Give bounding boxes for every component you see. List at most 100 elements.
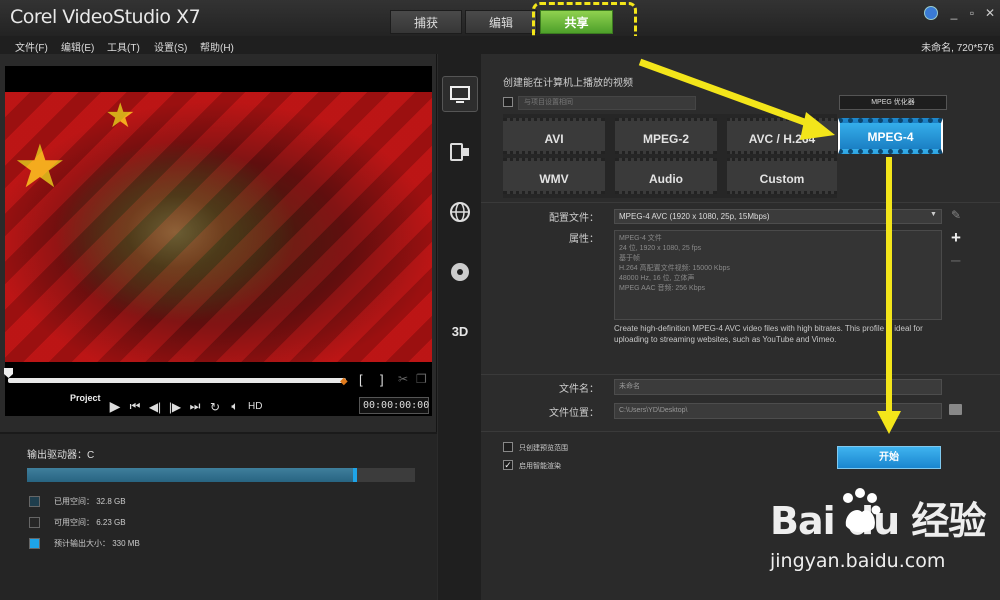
- web-globe-icon[interactable]: [442, 194, 478, 230]
- smart-render-checkbox[interactable]: ✓: [503, 460, 513, 470]
- minimize-button[interactable]: _: [946, 6, 962, 20]
- property-line: 基于帧: [619, 255, 640, 262]
- 3d-icon[interactable]: 3D: [442, 314, 478, 350]
- trim-marker-icon[interactable]: ◆: [340, 376, 348, 387]
- drive-estimate-marker: [353, 468, 357, 482]
- device-select[interactable]: 与项目设置相同: [518, 96, 696, 110]
- format-grid: AVI MPEG-2 AVC / H.264 WMV Audio Custom: [503, 114, 837, 198]
- menu-bar: 文件(F) 编辑(E) 工具(T) 设置(S) 帮助(H) 未命名, 720*5…: [0, 36, 1000, 54]
- menu-tools[interactable]: 工具(T): [107, 39, 140, 54]
- start-button[interactable]: 开始: [837, 446, 941, 469]
- legend-used-value: 32.8 GB: [96, 497, 126, 506]
- computer-icon[interactable]: [442, 76, 478, 112]
- tab-capture[interactable]: 捕获: [390, 10, 462, 34]
- property-line: 48000 Hz, 16 位, 立体声: [619, 275, 695, 282]
- properties-label: 属性：: [569, 234, 599, 245]
- enlarge-icon[interactable]: ❐: [416, 372, 427, 386]
- format-mpeg4[interactable]: MPEG-4: [838, 118, 943, 154]
- end-icon[interactable]: ⏭: [188, 399, 202, 414]
- disc-icon[interactable]: [442, 254, 478, 290]
- profile-description: Create high-definition MPEG-4 AVC video …: [614, 324, 923, 344]
- smart-render-label: 启用智能渲染: [519, 463, 561, 470]
- watermark-url: jingyan.baidu.com: [770, 550, 946, 572]
- home-icon[interactable]: ⏮: [128, 399, 142, 414]
- playback-controls: ▶ ⏮ ◀| |▶ ⏭ ↻ 🔈︎ HD: [108, 398, 263, 415]
- legend-used: 已用空间： 32.8 GB: [29, 496, 126, 507]
- video-frame: ★ ★: [5, 92, 432, 362]
- preview-range-label: 只创建预览范围: [519, 445, 568, 452]
- video-preview[interactable]: ★ ★: [5, 66, 432, 416]
- folder-icon[interactable]: [949, 404, 962, 415]
- profile-label: 配置文件：: [549, 213, 599, 224]
- property-line: MPEG-4 文件: [619, 235, 662, 242]
- project-info: 未命名, 720*576: [921, 43, 994, 54]
- menu-help[interactable]: 帮助(H): [200, 39, 234, 54]
- location-label: 文件位置：: [549, 408, 599, 419]
- properties-box: MPEG-4 文件 24 位, 1920 x 1080, 25 fps 基于帧 …: [614, 230, 942, 320]
- format-avi[interactable]: AVI: [503, 118, 605, 154]
- menu-edit[interactable]: 编辑(E): [61, 39, 94, 54]
- mark-in-button[interactable]: [: [359, 372, 363, 387]
- play-icon[interactable]: ▶: [108, 398, 122, 415]
- add-profile-icon[interactable]: +: [951, 228, 961, 248]
- mpeg-optimizer-button[interactable]: MPEG 优化器: [839, 95, 947, 110]
- chevron-down-icon[interactable]: ▼: [930, 211, 937, 218]
- project-mode-label[interactable]: Project: [70, 393, 101, 403]
- property-line: MPEG AAC 音频: 256 Kbps: [619, 285, 705, 292]
- tab-edit[interactable]: 编辑: [465, 10, 537, 34]
- timecode[interactable]: 00:00:00:00: [359, 397, 429, 414]
- menu-settings[interactable]: 设置(S): [154, 39, 187, 54]
- flag-star-icon: ★: [105, 97, 136, 135]
- filename-input[interactable]: 未命名: [614, 379, 942, 395]
- property-line: 24 位, 1920 x 1080, 25 fps: [619, 245, 702, 252]
- hd-toggle[interactable]: HD: [248, 401, 262, 412]
- flag-star-icon: ★: [13, 133, 67, 200]
- legend-free: 可用空间： 6.23 GB: [29, 517, 126, 528]
- format-audio[interactable]: Audio: [615, 158, 717, 194]
- close-button[interactable]: ✕: [982, 6, 998, 20]
- legend-swatch-used: [29, 496, 40, 507]
- format-avc[interactable]: AVC / H.264: [727, 118, 837, 154]
- share-category-sidebar: 3D: [438, 54, 481, 600]
- legend-free-label: 可用空间：: [54, 518, 94, 527]
- share-heading: 创建能在计算机上播放的视频: [503, 78, 633, 89]
- output-drive-label: 输出驱动器：C: [27, 450, 95, 461]
- property-line: H.264 高配置文件视频: 15000 Kbps: [619, 265, 730, 272]
- preview-range-checkbox[interactable]: [503, 442, 513, 452]
- restore-button[interactable]: ▫: [964, 6, 980, 20]
- mark-out-button[interactable]: ]: [380, 372, 384, 387]
- format-wmv[interactable]: WMV: [503, 158, 605, 194]
- location-input[interactable]: C:\Users\YD\Desktop\: [614, 403, 942, 419]
- watermark: Bai du 经验 jingyan.baidu.com: [770, 488, 1000, 600]
- previous-frame-icon[interactable]: ◀|: [148, 400, 162, 414]
- watermark-logo: Bai du 经验: [770, 499, 986, 543]
- app-title: Corel VideoStudio X7: [10, 6, 201, 28]
- help-globe-icon[interactable]: [924, 6, 938, 20]
- next-frame-icon[interactable]: |▶: [168, 400, 182, 414]
- repeat-icon[interactable]: ↻: [208, 400, 222, 414]
- drive-info-panel: 输出驱动器：C 已用空间： 32.8 GB 可用空间： 6.23 GB 预计输出…: [0, 432, 437, 600]
- format-mpeg2[interactable]: MPEG-2: [615, 118, 717, 154]
- scrub-track[interactable]: [8, 378, 346, 383]
- profile-select[interactable]: MPEG-4 AVC (1920 x 1080, 25p, 15Mbps): [614, 209, 942, 224]
- legend-estimate-label: 预计输出大小：: [54, 539, 110, 548]
- legend-swatch-free: [29, 517, 40, 528]
- legend-estimate-value: 330 MB: [112, 539, 140, 548]
- cut-icon[interactable]: ✂: [398, 372, 408, 386]
- menu-file[interactable]: 文件(F): [15, 39, 48, 54]
- preview-panel: ★ ★ ◆ [ ] ✂ ❐ Project ▶ ⏮ ◀| |▶ ⏭ ↻ 🔈︎ H…: [0, 54, 437, 432]
- divider: [481, 202, 1000, 203]
- legend-used-label: 已用空间：: [54, 497, 94, 506]
- device-icon[interactable]: [442, 134, 478, 170]
- format-custom[interactable]: Custom: [727, 158, 837, 194]
- device-checkbox[interactable]: [503, 97, 513, 107]
- edit-pencil-icon[interactable]: ✎: [951, 208, 961, 222]
- remove-profile-icon[interactable]: –: [951, 250, 960, 270]
- drive-used-fill: [27, 468, 353, 482]
- title-bar: Corel VideoStudio X7 捕获 编辑 共享 _ ▫ ✕: [0, 0, 1000, 36]
- legend-free-value: 6.23 GB: [96, 518, 126, 527]
- drive-usage-bar: [27, 468, 415, 482]
- volume-icon[interactable]: 🔈︎: [228, 399, 242, 414]
- legend-swatch-estimate: [29, 538, 40, 549]
- divider: [481, 374, 1000, 375]
